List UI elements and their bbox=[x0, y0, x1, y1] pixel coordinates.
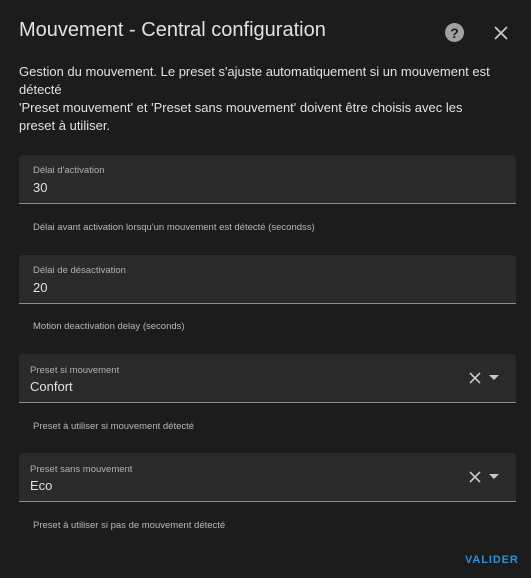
chevron-down-icon[interactable] bbox=[489, 474, 499, 479]
preset-no-motion-helper: Preset à utiliser si pas de mouvement dé… bbox=[33, 520, 226, 531]
clear-icon[interactable] bbox=[468, 470, 482, 484]
preset-no-motion-label: Preset sans mouvement bbox=[30, 464, 133, 475]
deactivation-delay-field[interactable]: Délai de désactivation 20 bbox=[19, 255, 516, 304]
activation-delay-value[interactable]: 30 bbox=[33, 180, 47, 195]
activation-delay-label: Délai d'activation bbox=[33, 165, 105, 176]
preset-no-motion-select[interactable]: Preset sans mouvement Eco bbox=[19, 453, 516, 502]
submit-button[interactable]: VALIDER bbox=[459, 552, 525, 568]
description-line: preset à utiliser. bbox=[19, 118, 111, 133]
preset-motion-value: Confort bbox=[30, 379, 73, 394]
activation-delay-field[interactable]: Délai d'activation 30 bbox=[19, 155, 516, 204]
description-line: 'Preset mouvement' et 'Preset sans mouve… bbox=[19, 100, 463, 115]
preset-motion-helper: Preset à utiliser si mouvement détecté bbox=[33, 421, 195, 432]
deactivation-delay-value[interactable]: 20 bbox=[33, 280, 47, 295]
clear-icon[interactable] bbox=[468, 371, 482, 385]
dialog-description: Gestion du mouvement. Le preset s'ajuste… bbox=[19, 63, 514, 135]
help-icon[interactable]: ? bbox=[445, 23, 464, 42]
preset-motion-select[interactable]: Preset si mouvement Confort bbox=[19, 354, 516, 403]
close-icon[interactable] bbox=[490, 22, 512, 44]
preset-motion-label: Preset si mouvement bbox=[30, 365, 120, 376]
deactivation-delay-helper: Motion deactivation delay (seconds) bbox=[33, 321, 185, 332]
dialog-title: Mouvement - Central configuration bbox=[19, 19, 326, 41]
preset-no-motion-value: Eco bbox=[30, 478, 53, 493]
description-line: Gestion du mouvement. Le preset s'ajuste… bbox=[19, 64, 490, 79]
chevron-down-icon[interactable] bbox=[489, 375, 499, 380]
dialog: Mouvement - Central configuration ? Gest… bbox=[0, 0, 531, 578]
deactivation-delay-label: Délai de désactivation bbox=[33, 265, 126, 276]
description-line: détecté bbox=[19, 82, 62, 97]
activation-delay-helper: Délai avant activation lorsqu'un mouveme… bbox=[33, 222, 315, 233]
